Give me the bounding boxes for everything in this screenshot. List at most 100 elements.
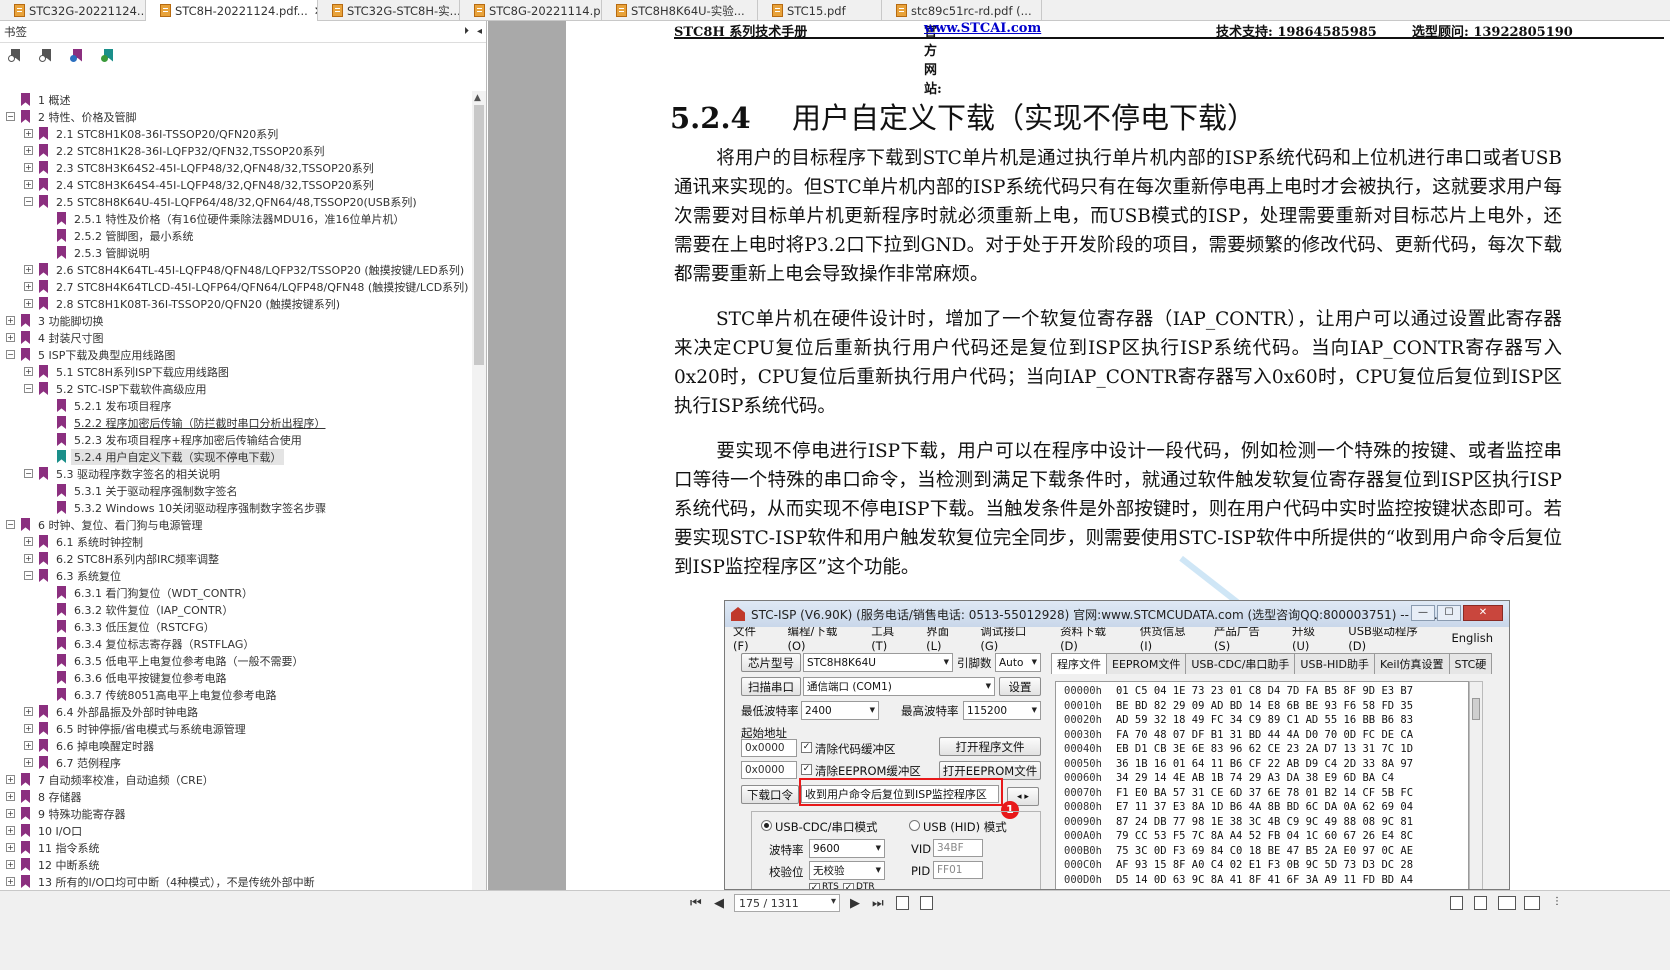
isp-tab[interactable]: USB-CDC/串口助手 (1185, 653, 1296, 674)
isp-tab[interactable]: 程序文件 (1051, 653, 1107, 674)
maximize-button[interactable]: ☐ (1437, 605, 1461, 621)
isp-menu-item[interactable]: 产品广告(S) (1214, 623, 1276, 653)
parity-select[interactable]: 无校验 (809, 861, 885, 880)
expand-icon[interactable]: + (6, 860, 15, 869)
dtr-checkbox[interactable]: ✓ (843, 883, 854, 889)
bookmark-item[interactable]: 5.2.4 用户自定义下载（实现不停电下载） (0, 448, 472, 465)
expand-icon[interactable]: + (24, 707, 33, 716)
bookmark-item[interactable]: − 5.3 驱动程序数字签名的相关说明 (0, 465, 472, 482)
settings-button[interactable]: 设置 (999, 677, 1041, 696)
bookmark-item[interactable]: +2.4 STC8H3K64S4-45I-LQFP48/32,QFN48/32,… (0, 176, 472, 193)
bookmark-item[interactable]: +6.6 掉电唤醒定时器 (0, 737, 472, 754)
bookmark-item[interactable]: +6.2 STC8H系列内部IRC频率调整 (0, 550, 472, 567)
expand-icon[interactable]: + (24, 741, 33, 750)
usb-cdc-radio[interactable] (761, 820, 772, 831)
bookmark-item[interactable]: +8 存储器 (0, 788, 472, 805)
code-start-address[interactable]: 0x0000 (741, 739, 797, 757)
bookmark-item[interactable]: 6.3.4 复位标志寄存器（RSTFLAG） (0, 635, 472, 652)
bookmark-item[interactable]: +10 I/O口 (0, 822, 472, 839)
expand-icon[interactable]: + (6, 809, 15, 818)
com-port-select[interactable]: 通信端口 (COM1) (803, 677, 995, 696)
vid-input[interactable]: 34BF (933, 839, 983, 857)
isp-tab[interactable]: STC硬 (1448, 653, 1493, 674)
bookmark-scrollbar[interactable]: ▲ ▼ (472, 91, 486, 909)
expand-icon[interactable]: + (6, 333, 15, 342)
bookmark-item[interactable]: +12 中断系统 (0, 856, 472, 873)
bookmark-item[interactable]: 5.3.1 关于驱动程序强制数字签名 (0, 482, 472, 499)
max-baud-select[interactable]: 115200 (963, 701, 1041, 720)
bookmark-item[interactable]: +2.2 STC8H1K28-36I-LQFP32/QFN32,TSSOP20系… (0, 142, 472, 159)
bookmark-item[interactable]: 6.3.7 传统8051高电平上电复位参考电路 (0, 686, 472, 703)
bookmark-scrollbar-thumb[interactable] (474, 105, 484, 365)
isp-menu-item[interactable]: English (1451, 631, 1493, 645)
baud-select[interactable]: 9600 (809, 839, 885, 858)
bookmark-item[interactable]: 2.5.3 管脚说明 (0, 244, 472, 261)
bookmark-item[interactable]: +2.7 STC8H4K64TLCD-45I-LQFP64/QFN64/LQFP… (0, 278, 472, 295)
clear-code-checkbox[interactable]: ✓ (801, 742, 812, 753)
continuous-view-icon[interactable] (1474, 896, 1487, 910)
bookmark-item[interactable]: − 2.5 STC8H8K64U-45I-LQFP64/48/32,QFN64/4… (0, 193, 472, 210)
bookmark-item[interactable]: − 6.3 系统复位 (0, 567, 472, 584)
bookmark-item[interactable]: 6.3.1 看门狗复位（WDT_CONTR） (0, 584, 472, 601)
bookmark-item[interactable]: +6.1 系统时钟控制 (0, 533, 472, 550)
hex-scrollbar-thumb[interactable] (1472, 698, 1480, 720)
open-program-file-button[interactable]: 打开程序文件 (939, 737, 1041, 756)
bookmark-item[interactable]: +4 封装尺寸图 (0, 329, 472, 346)
collapse-icon[interactable]: − (6, 350, 15, 359)
expand-icon[interactable]: + (24, 724, 33, 733)
document-tab[interactable]: stc89c51rc-rd.pdf (... (882, 0, 1042, 21)
bookmark-item[interactable]: +2.8 STC8H1K08T-36I-TSSOP20/QFN20 (触摸按键系… (0, 295, 472, 312)
clear-eeprom-checkbox[interactable]: ✓ (801, 764, 812, 775)
expand-icon[interactable]: + (24, 554, 33, 563)
bookmark-item[interactable]: − 5 ISP下载及典型应用线路图 (0, 346, 472, 363)
eeprom-start-address[interactable]: 0x0000 (741, 761, 797, 779)
expand-icon[interactable]: + (6, 792, 15, 801)
bookmark-item[interactable]: +2.6 STC8H4K64TL-45I-LQFP48/QFN48/LQFP32… (0, 261, 472, 278)
bookmark-item[interactable]: +6.7 范例程序 (0, 754, 472, 771)
hex-scrollbar[interactable] (1469, 681, 1483, 889)
expand-icon[interactable]: + (24, 367, 33, 376)
page-number-input[interactable]: 175 / 1311 (734, 894, 840, 912)
isp-menu-item[interactable]: 工具(T) (871, 623, 910, 653)
expand-icon[interactable]: + (24, 299, 33, 308)
site-link[interactable]: www.STCAI.com (924, 21, 1041, 36)
isp-menu-item[interactable]: 供货信息(I) (1140, 623, 1198, 653)
single-page-view-icon[interactable] (1450, 896, 1463, 910)
expand-icon[interactable]: + (6, 826, 15, 835)
isp-tab[interactable]: EEPROM文件 (1106, 653, 1187, 674)
close-panel-icon[interactable]: ◂ (477, 26, 482, 37)
isp-menu-item[interactable]: 调试接口(G) (980, 623, 1044, 653)
expand-icon[interactable]: + (24, 146, 33, 155)
document-tab[interactable]: STC32G-STC8H-实... (318, 0, 460, 21)
bookmark-item[interactable]: − 2 特性、价格及管脚 (0, 108, 472, 125)
bookmark-add-icon[interactable] (70, 48, 85, 64)
bookmark-collapse-icon[interactable] (39, 48, 54, 64)
bookmark-item[interactable]: − 5.2 STC-ISP下载软件高级应用 (0, 380, 472, 397)
isp-menu-item[interactable]: USB驱动程序(D) (1348, 623, 1435, 653)
close-button[interactable]: ✕ (1463, 605, 1503, 621)
previous-page-button[interactable]: ◀ (714, 896, 724, 911)
bookmark-item[interactable]: 6.3.2 软件复位（IAP_CONTR） (0, 601, 472, 618)
expand-icon[interactable]: + (6, 843, 15, 852)
collapse-icon[interactable]: − (24, 384, 33, 393)
bookmark-item[interactable]: 2.5.1 特性及价格（有16位硬件乘除法器MDU16，准16位单片机） (0, 210, 472, 227)
bookmark-item[interactable]: +13 所有的I/O口均可中断（4种模式），不是传统外部中断 (0, 873, 472, 890)
document-tab[interactable]: STC32G-20221124... (0, 0, 146, 21)
pid-input[interactable]: FF01 (933, 861, 983, 879)
bookmark-item[interactable]: 5.3.2 Windows 10关闭驱动程序强制数字签名步骤 (0, 499, 472, 516)
bookmark-item[interactable]: +2.1 STC8H1K08-36I-TSSOP20/QFN20系列 (0, 125, 472, 142)
document-tab[interactable]: STC8G-20221114.p... (460, 0, 602, 21)
bookmark-item[interactable]: 5.2.1 发布项目程序 (0, 397, 472, 414)
bookmark-item[interactable]: 5.2.3 发布项目程序+程序加密后传输结合使用 (0, 431, 472, 448)
facing-view-icon[interactable] (1498, 896, 1516, 910)
page-back-icon[interactable] (896, 896, 909, 910)
expand-icon[interactable]: + (24, 180, 33, 189)
facing-continuous-view-icon[interactable] (1524, 896, 1540, 910)
document-tab[interactable]: STC8H8K64U-实验... (602, 0, 758, 21)
bookmark-item[interactable]: +9 特殊功能寄存器 (0, 805, 472, 822)
last-page-button[interactable]: ⏭ (872, 896, 884, 911)
bookmark-item[interactable]: +6.5 时钟停振/省电模式与系统电源管理 (0, 720, 472, 737)
isp-tab[interactable]: Keil仿真设置 (1373, 653, 1450, 674)
collapse-panel-icon[interactable]: ⏵ (464, 26, 469, 37)
collapse-icon[interactable]: − (24, 469, 33, 478)
